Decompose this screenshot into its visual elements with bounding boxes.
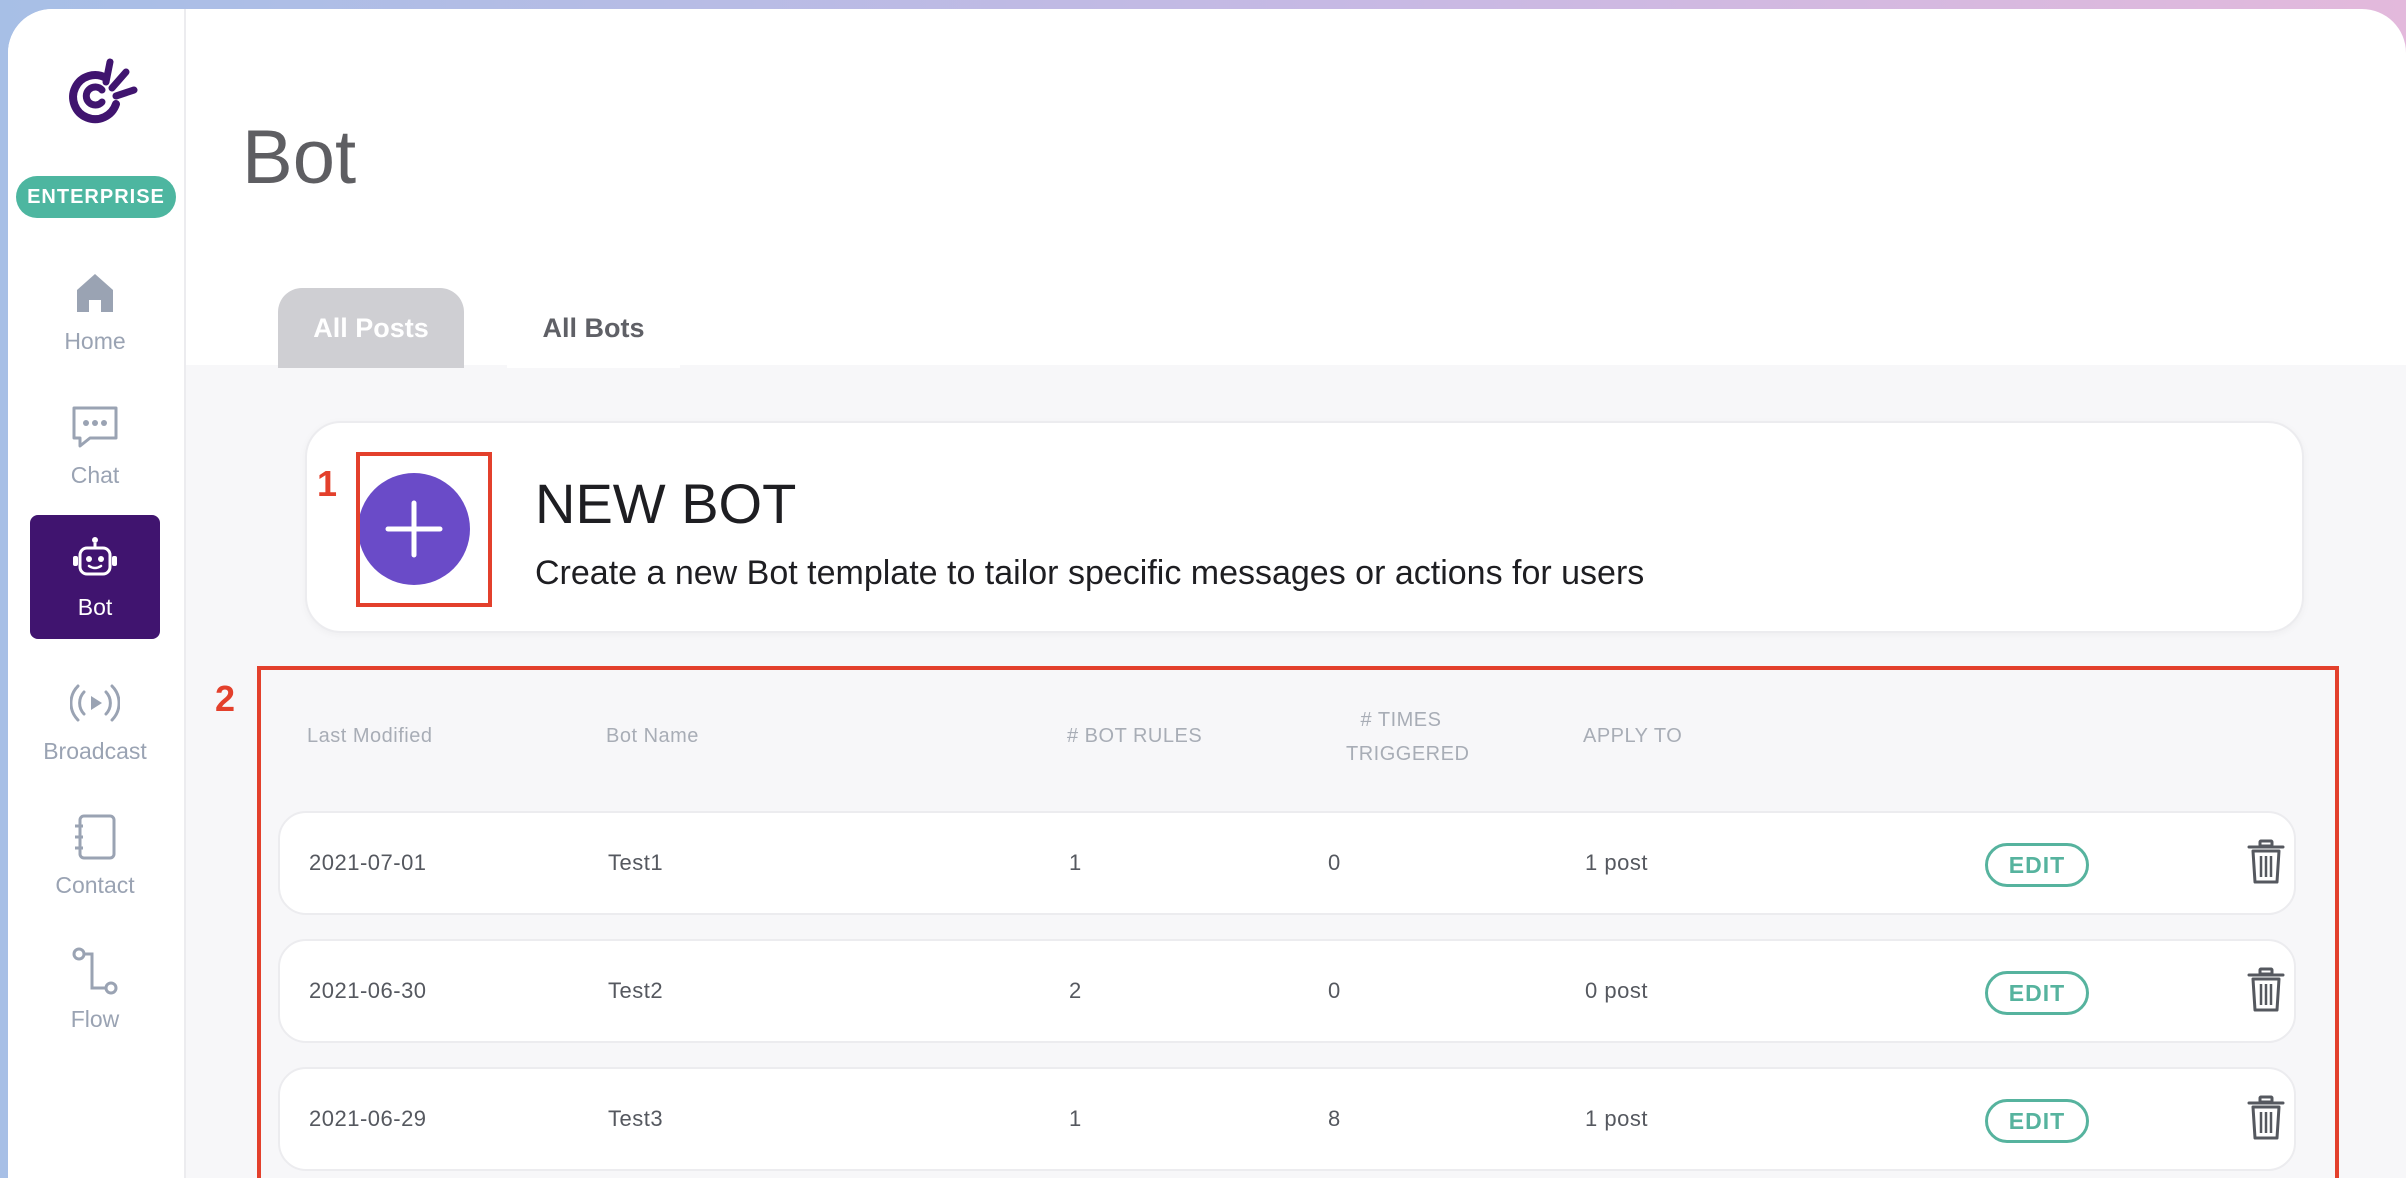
edit-button[interactable]: EDIT bbox=[1985, 971, 2089, 1015]
trash-icon bbox=[2247, 839, 2285, 884]
flow-icon bbox=[72, 947, 118, 994]
cell-times-triggered: 8 bbox=[1328, 1106, 1341, 1131]
cell-bot-rules: 1 bbox=[1069, 1106, 1082, 1131]
trash-icon bbox=[2247, 967, 2285, 1012]
cell-last-modified: 2021-07-01 bbox=[309, 850, 427, 875]
delete-button[interactable] bbox=[2246, 1095, 2286, 1141]
tab-all-posts[interactable]: All Posts bbox=[278, 288, 464, 368]
trash-icon bbox=[2247, 1095, 2285, 1140]
header-apply-to: APPLY TO bbox=[1583, 725, 1683, 747]
delete-button[interactable] bbox=[2246, 839, 2286, 885]
cell-bot-name: Test3 bbox=[608, 1106, 664, 1131]
new-bot-title: NEW BOT bbox=[535, 472, 797, 535]
cell-bot-name: Test2 bbox=[608, 978, 664, 1003]
sidebar-item-label: Chat bbox=[70, 461, 120, 488]
header-last-modified: Last Modified bbox=[307, 725, 433, 747]
broadcast-icon bbox=[70, 684, 120, 721]
sidebar: ENTERPRISE Home Chat Bot Broadcast Conta… bbox=[8, 9, 186, 1178]
contact-icon bbox=[75, 814, 116, 859]
bot-icon bbox=[73, 536, 117, 575]
annotation-box-1 bbox=[356, 452, 492, 607]
sidebar-item-label: Bot bbox=[77, 593, 113, 620]
sidebar-item-label: Broadcast bbox=[43, 737, 147, 764]
main-content: Bot All Posts All Bots NEW BOT Create a … bbox=[186, 9, 2406, 1178]
cell-times-triggered: 0 bbox=[1328, 978, 1341, 1003]
cell-apply-to: 0 post bbox=[1585, 978, 1648, 1003]
sidebar-item-label: Flow bbox=[70, 1005, 120, 1032]
cell-apply-to: 1 post bbox=[1585, 850, 1648, 875]
sidebar-item-contact[interactable]: Contact bbox=[30, 793, 160, 917]
header-times-triggered-line1: # TIMES bbox=[1360, 709, 1442, 731]
plan-badge: ENTERPRISE bbox=[16, 176, 176, 218]
chat-icon bbox=[72, 406, 118, 447]
sidebar-item-flow[interactable]: Flow bbox=[30, 927, 160, 1051]
annotation-label-2: 2 bbox=[215, 678, 236, 719]
sidebar-item-label: Home bbox=[64, 327, 126, 354]
header-bot-rules: # BOT RULES bbox=[1067, 725, 1203, 747]
cell-bot-rules: 1 bbox=[1069, 850, 1082, 875]
sidebar-item-chat[interactable]: Chat bbox=[30, 383, 160, 507]
annotation-label-1: 1 bbox=[317, 463, 338, 504]
sidebar-item-broadcast[interactable]: Broadcast bbox=[30, 659, 160, 783]
cell-bot-name: Test1 bbox=[608, 850, 664, 875]
page-title: Bot bbox=[242, 115, 357, 200]
table-row: 2021-07-01 Test1 1 0 1 post EDIT bbox=[278, 811, 2296, 915]
cell-apply-to: 1 post bbox=[1585, 1106, 1648, 1131]
app-logo-icon[interactable] bbox=[54, 52, 144, 142]
home-icon bbox=[77, 273, 113, 312]
header-times-triggered: # TIMES TRIGGERED bbox=[1346, 703, 1469, 771]
sidebar-item-label: Contact bbox=[55, 871, 135, 898]
table-row: 2021-06-29 Test3 1 8 1 post EDIT bbox=[278, 1067, 2296, 1171]
cell-last-modified: 2021-06-30 bbox=[309, 978, 427, 1003]
delete-button[interactable] bbox=[2246, 967, 2286, 1013]
tab-all-bots[interactable]: All Bots bbox=[507, 288, 680, 368]
sidebar-item-home[interactable]: Home bbox=[30, 249, 160, 373]
cell-last-modified: 2021-06-29 bbox=[309, 1106, 427, 1131]
header-bot-name: Bot Name bbox=[606, 725, 699, 747]
new-bot-description: Create a new Bot template to tailor spec… bbox=[535, 554, 1645, 592]
edit-button[interactable]: EDIT bbox=[1985, 1099, 2089, 1143]
table-row: 2021-06-30 Test2 2 0 0 post EDIT bbox=[278, 939, 2296, 1043]
edit-button[interactable]: EDIT bbox=[1985, 843, 2089, 887]
header-times-triggered-line2: TRIGGERED bbox=[1346, 743, 1470, 765]
cell-bot-rules: 2 bbox=[1069, 978, 1082, 1003]
cell-times-triggered: 0 bbox=[1328, 850, 1341, 875]
app-window: ENTERPRISE Home Chat Bot Broadcast Conta… bbox=[8, 9, 2406, 1178]
sidebar-item-bot[interactable]: Bot bbox=[30, 515, 160, 639]
